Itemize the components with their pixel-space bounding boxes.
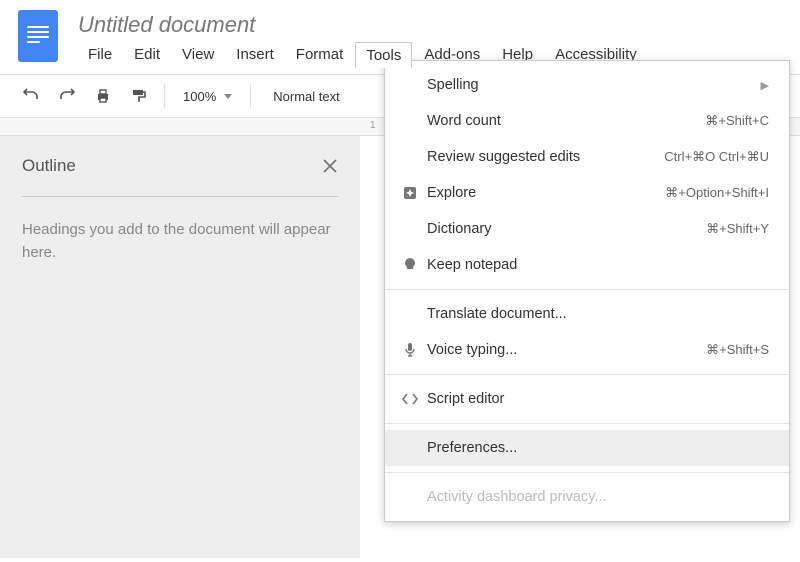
menu-item-explore[interactable]: Explore ⌘+Option+Shift+I — [385, 175, 789, 211]
outline-empty-hint: Headings you add to the document will ap… — [22, 219, 338, 264]
menu-item-activity-dashboard: Activity dashboard privacy... — [385, 479, 789, 515]
divider — [22, 196, 338, 197]
outline-title: Outline — [22, 156, 76, 176]
redo-button[interactable] — [50, 81, 84, 111]
menu-separator — [385, 289, 789, 290]
menu-item-label: Keep notepad — [423, 257, 769, 273]
menu-separator — [385, 423, 789, 424]
menu-item-keep-notepad[interactable]: Keep notepad — [385, 247, 789, 283]
document-title[interactable]: Untitled document — [78, 12, 647, 38]
menu-item-dictionary[interactable]: Dictionary ⌘+Shift+Y — [385, 211, 789, 247]
menu-view[interactable]: View — [172, 42, 224, 68]
submenu-arrow-icon: ▶ — [761, 79, 769, 92]
menu-item-script-editor[interactable]: Script editor — [385, 381, 789, 417]
menu-item-label: Review suggested edits — [423, 149, 664, 165]
menu-item-label: Word count — [423, 113, 705, 129]
menu-separator — [385, 472, 789, 473]
tools-dropdown: Spelling ▶ Word count ⌘+Shift+C Review s… — [384, 60, 790, 522]
menu-item-label: Spelling — [423, 77, 761, 93]
header: Untitled document File Edit View Insert … — [0, 0, 800, 68]
menu-insert[interactable]: Insert — [226, 42, 284, 68]
keep-icon — [397, 257, 423, 273]
menu-item-spelling[interactable]: Spelling ▶ — [385, 67, 789, 103]
docs-logo-icon[interactable] — [18, 10, 58, 62]
ruler-mark: 1 — [370, 120, 376, 131]
menu-item-shortcut: ⌘+Shift+Y — [706, 221, 769, 237]
zoom-dropdown[interactable]: 100% — [173, 89, 242, 104]
menu-item-label: Dictionary — [423, 221, 706, 237]
script-icon — [397, 392, 423, 406]
close-icon — [322, 158, 338, 174]
menu-item-label: Activity dashboard privacy... — [423, 489, 769, 505]
menu-format[interactable]: Format — [286, 42, 354, 68]
menu-item-shortcut: ⌘+Shift+C — [705, 113, 769, 129]
undo-button[interactable] — [14, 81, 48, 111]
menu-file[interactable]: File — [78, 42, 122, 68]
style-value: Normal text — [273, 89, 339, 104]
menu-item-label: Voice typing... — [423, 342, 706, 358]
menu-separator — [385, 374, 789, 375]
chevron-down-icon — [224, 94, 232, 99]
zoom-value: 100% — [183, 89, 216, 104]
menu-edit[interactable]: Edit — [124, 42, 170, 68]
menu-item-label: Translate document... — [423, 306, 769, 322]
outline-panel: Outline Headings you add to the document… — [0, 136, 360, 558]
menu-tools[interactable]: Tools — [355, 42, 412, 68]
menu-item-label: Script editor — [423, 391, 769, 407]
microphone-icon — [397, 342, 423, 358]
paragraph-style-dropdown[interactable]: Normal text — [259, 89, 353, 104]
print-button[interactable] — [86, 81, 120, 111]
menu-item-voice-typing[interactable]: Voice typing... ⌘+Shift+S — [385, 332, 789, 368]
menu-item-shortcut: Ctrl+⌘O Ctrl+⌘U — [664, 149, 769, 165]
menu-item-label: Preferences... — [423, 440, 769, 456]
paint-format-button[interactable] — [122, 81, 156, 111]
menu-item-preferences[interactable]: Preferences... — [385, 430, 789, 466]
menu-item-review-edits[interactable]: Review suggested edits Ctrl+⌘O Ctrl+⌘U — [385, 139, 789, 175]
menu-item-translate[interactable]: Translate document... — [385, 296, 789, 332]
explore-icon — [397, 185, 423, 201]
menu-item-shortcut: ⌘+Shift+S — [706, 342, 769, 358]
close-outline-button[interactable] — [322, 158, 338, 174]
menu-item-label: Explore — [423, 185, 665, 201]
menu-item-shortcut: ⌘+Option+Shift+I — [665, 185, 769, 201]
menu-item-word-count[interactable]: Word count ⌘+Shift+C — [385, 103, 789, 139]
